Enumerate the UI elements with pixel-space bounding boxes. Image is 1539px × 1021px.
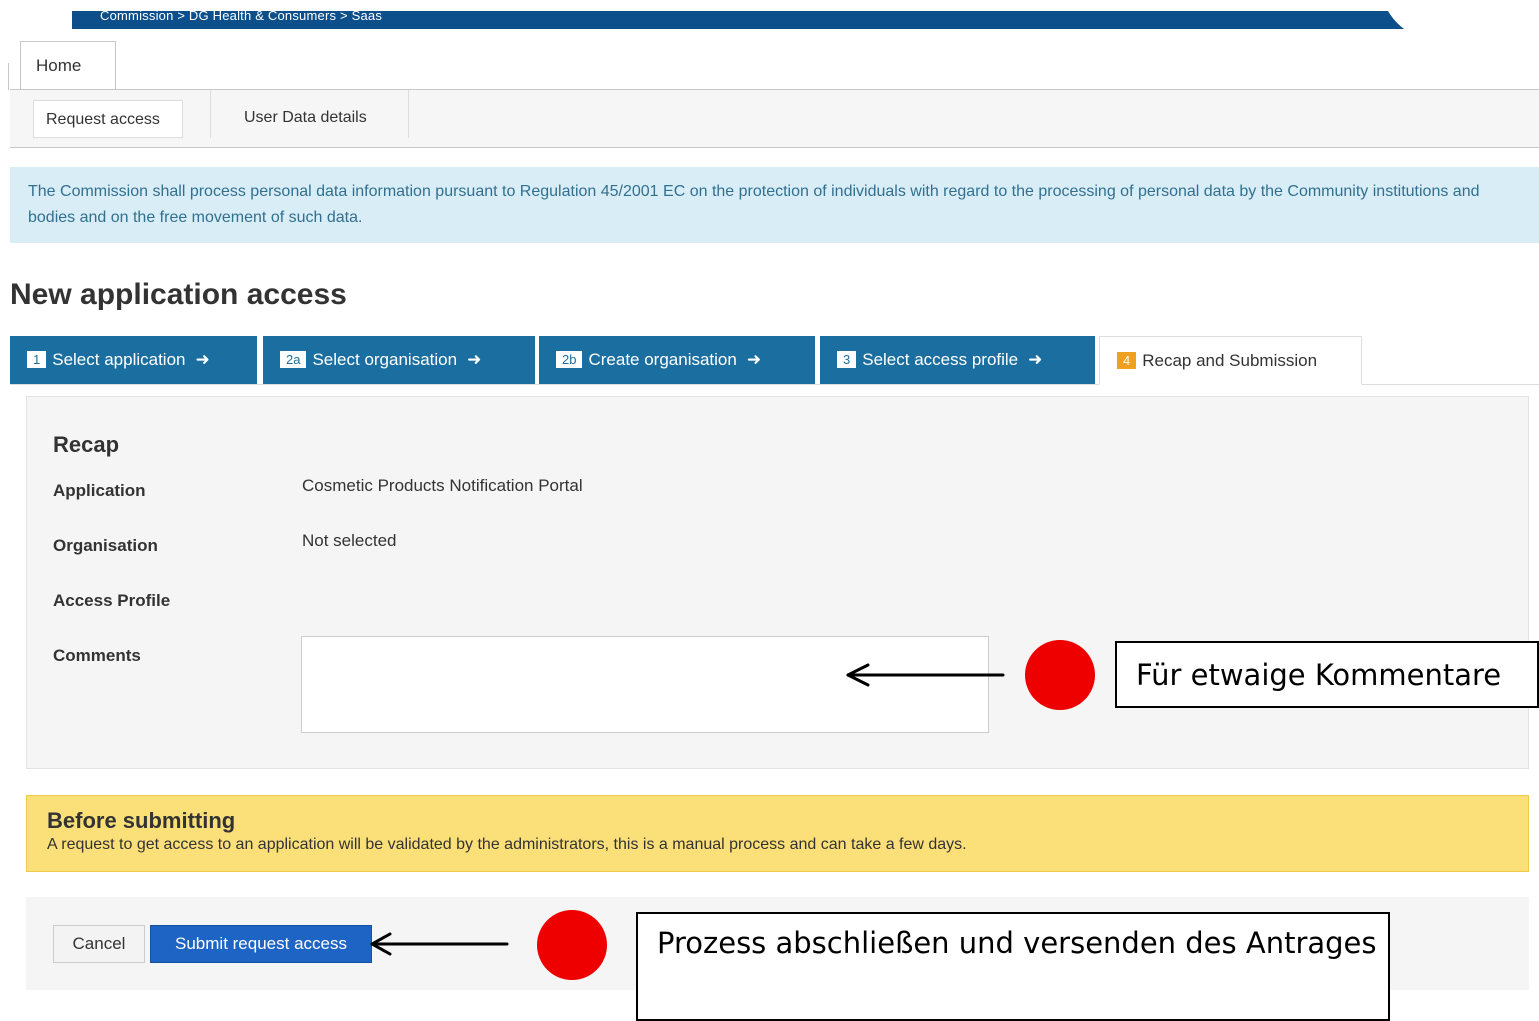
step-recap-and-submission[interactable]: 4 Recap and Submission [1099,336,1362,385]
access-profile-label: Access Profile [53,591,171,610]
divider [8,63,9,90]
step-label: Create organisation [588,350,737,369]
comments-callout: Für etwaige Kommentare [1115,641,1539,708]
red-marker-dot [537,910,607,980]
alert-title: Before submitting [47,808,236,833]
submit-request-access-button[interactable]: Submit request access [150,925,372,963]
application-value: Cosmetic Products Notification Portal [302,476,583,495]
breadcrumb: Commission > DG Health & Consumers > Saa… [100,9,383,21]
sub-navigation: Request access User Data details [10,90,1539,148]
step-number-badge: 4 [1117,352,1137,369]
red-marker-dot [1025,640,1095,710]
comments-label: Comments [53,646,141,665]
step-select-organisation[interactable]: 2a Select organisation ➜ [263,336,535,384]
step-number-badge: 2a [280,351,307,368]
arrow-right-icon: ➜ [1028,350,1043,369]
step-number-badge: 1 [27,351,47,368]
step-select-application[interactable]: 1 Select application ➜ [10,336,257,384]
privacy-notice: The Commission shall process personal da… [10,167,1539,243]
step-select-access-profile[interactable]: 3 Select access profile ➜ [820,336,1095,384]
subnav-request-access[interactable]: Request access [33,100,183,138]
arrow-right-icon: ➜ [467,350,482,369]
page-title: New application access [10,278,347,311]
wizard-steps: 1 Select application ➜ 2a Select organisati… [10,336,1539,385]
step-create-organisation[interactable]: 2b Create organisation ➜ [539,336,815,384]
organisation-value: Not selected [302,531,397,550]
before-submitting-alert: Before submitting A request to get acces… [26,795,1529,872]
cancel-button[interactable]: Cancel [53,925,145,963]
arrow-right-icon: ➜ [746,350,762,369]
step-label: Select organisation [312,350,458,369]
comments-textarea[interactable] [301,636,989,733]
header-band-mask [0,0,72,30]
step-label: Select access profile [862,350,1019,369]
step-number-badge: 3 [837,351,857,368]
alert-text: A request to get access to an applicatio… [47,836,967,853]
step-label: Select application [52,350,186,369]
submit-callout: Prozess abschließen und versenden des An… [636,912,1390,1021]
tab-home[interactable]: Home [20,41,116,89]
divider [408,90,409,138]
subnav-user-data-details[interactable]: User Data details [244,100,367,138]
step-number-badge: 2b [556,351,583,368]
organisation-label: Organisation [53,536,158,555]
application-label: Application [53,481,146,500]
recap-heading: Recap [53,432,120,457]
divider [210,90,211,138]
arrow-right-icon: ➜ [195,350,210,369]
top-tab-bar: Home [10,41,1539,90]
step-label: Recap and Submission [1142,351,1318,370]
